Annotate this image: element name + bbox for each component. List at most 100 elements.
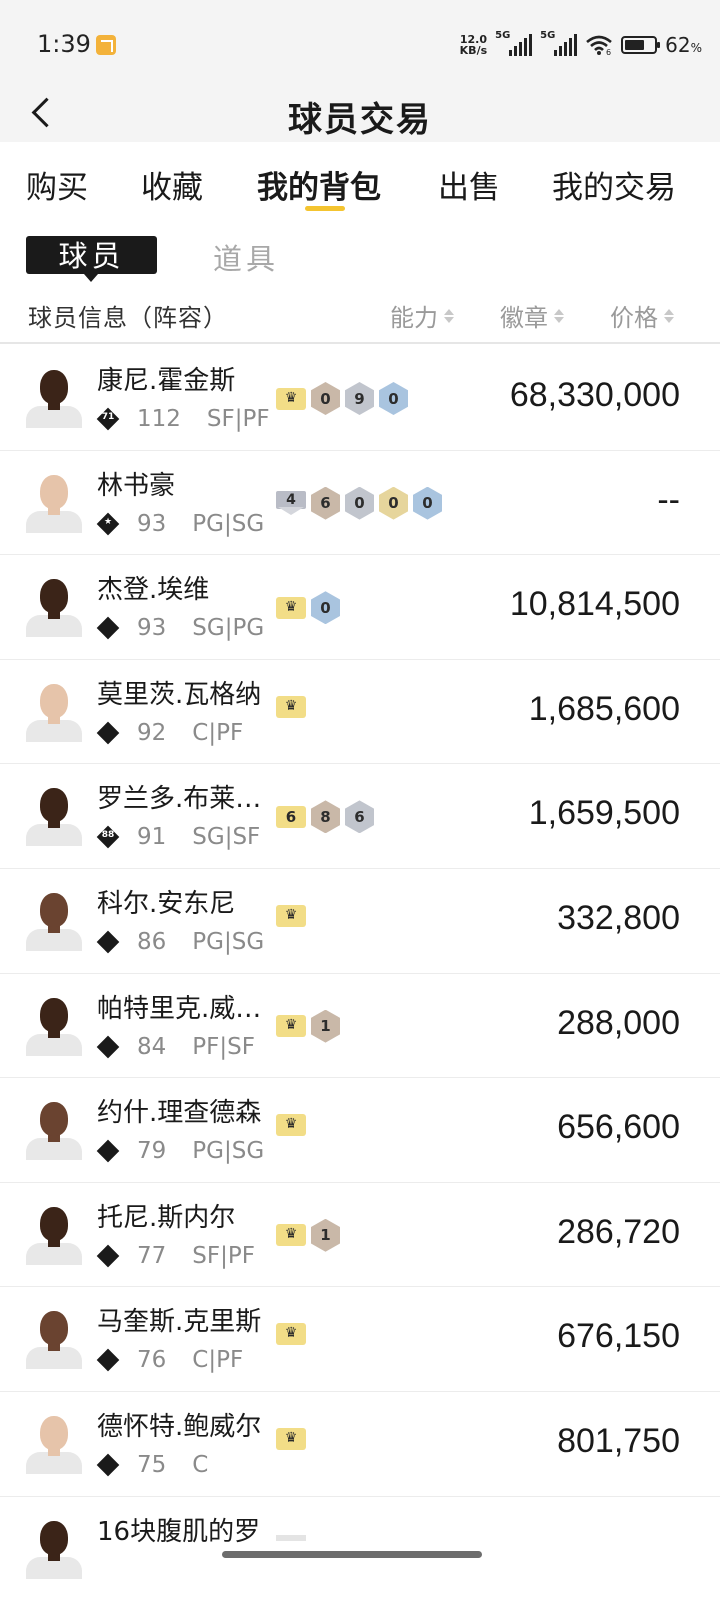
player-avatar xyxy=(26,996,82,1056)
player-overall: 84 xyxy=(137,1033,167,1060)
player-name: 约什.理查德森 xyxy=(97,1098,262,1129)
rank-diamond-icon xyxy=(96,1349,120,1372)
sort-price[interactable]: 价格 xyxy=(610,298,674,333)
player-meta: 86 PG|SG xyxy=(96,929,264,955)
blue-hex-badge-icon: 0 xyxy=(379,382,408,415)
subtab-bar: 球员 道具 xyxy=(0,230,720,286)
bronze-hex-badge-icon: 0 xyxy=(311,382,340,415)
column-player-info: 球员信息（阵容） xyxy=(28,304,228,332)
subtab-players[interactable]: 球员 xyxy=(26,236,157,282)
player-row[interactable]: 16块腹肌的罗 xyxy=(0,1497,720,1600)
sort-badge[interactable]: 徽章 xyxy=(500,298,564,333)
player-meta: 92 C|PF xyxy=(96,720,243,746)
sort-ability[interactable]: 能力 xyxy=(390,298,454,333)
player-position: SF|PF xyxy=(206,406,270,432)
player-name: 莫里茨.瓦格纳 xyxy=(97,679,262,710)
badge-group: 0 xyxy=(276,591,340,625)
tab-sell[interactable]: 出售 xyxy=(438,162,500,207)
player-meta: 71 112 SF|PF xyxy=(96,406,270,432)
player-name: 16块腹肌的罗 xyxy=(97,1516,261,1547)
home-indicator[interactable] xyxy=(222,1551,482,1558)
player-meta: 77 SF|PF xyxy=(96,1242,255,1269)
sort-arrows-icon xyxy=(664,308,674,323)
player-price: 1,685,600 xyxy=(528,689,680,728)
player-name: 康尼.霍金斯 xyxy=(97,366,236,396)
player-row[interactable]: 科尔.安东尼 86 PG|SG 332,800 xyxy=(0,869,720,974)
badge-group xyxy=(276,1114,306,1137)
player-meta: 76 C|PF xyxy=(96,1347,244,1374)
player-position: SF|PF xyxy=(192,1242,255,1269)
rank-diamond-icon xyxy=(96,1453,120,1477)
player-meta: 79 PG|SG xyxy=(96,1138,265,1165)
rank-diamond-icon xyxy=(96,1139,120,1163)
badge-placeholder xyxy=(276,1534,306,1541)
player-avatar xyxy=(26,368,82,428)
crown-badge-icon xyxy=(276,1323,306,1346)
badge-group: 686 xyxy=(276,800,374,834)
status-bar: 1:39 12.0 KB/s 5G 5G 6 62% xyxy=(0,0,720,92)
badge-group: 090 xyxy=(276,382,408,415)
player-row[interactable]: 杰登.埃维 93 SG|PG 0 10,814,500 xyxy=(0,555,720,660)
badge-group xyxy=(276,1323,306,1346)
player-meta: 88 91 SG|SF xyxy=(96,824,260,850)
tab-buy[interactable]: 购买 xyxy=(26,162,88,207)
sort-arrows-icon xyxy=(444,308,454,323)
notification-icon xyxy=(96,35,116,55)
player-row[interactable]: 莫里茨.瓦格纳 92 C|PF 1,685,600 xyxy=(0,660,720,765)
player-row[interactable]: 帕特里克.威… 84 PF|SF 1 288,000 xyxy=(0,974,720,1079)
player-overall: 93 xyxy=(137,615,167,642)
player-avatar xyxy=(26,1519,82,1579)
battery-icon xyxy=(621,36,661,54)
bronze-hex-badge-icon: 6 xyxy=(311,486,340,520)
page-title: 球员交易 xyxy=(288,100,432,140)
bronze-hex-badge-icon: 1 xyxy=(311,1009,340,1043)
player-row[interactable]: 约什.理查德森 79 PG|SG 656,600 xyxy=(0,1078,720,1183)
rank-diamond-icon xyxy=(96,616,120,640)
player-row[interactable]: 罗兰多.布莱… 88 91 SG|SF 6 8 6 1,659,500 xyxy=(0,764,720,869)
player-avatar xyxy=(26,682,82,742)
bronze-hex-badge-icon: 1 xyxy=(311,1218,340,1252)
player-price: 801,750 xyxy=(557,1421,680,1460)
column-header: 球员信息（阵容） 能力 徽章 价格 xyxy=(0,292,720,344)
player-meta: 75 C xyxy=(96,1452,208,1478)
tab-my-bag[interactable]: 我的背包 xyxy=(257,162,381,207)
player-overall: 112 xyxy=(137,406,181,432)
gold-hex-badge-icon: 0 xyxy=(379,486,408,520)
svg-text:6: 6 xyxy=(606,48,611,55)
crown-badge-icon xyxy=(276,1015,306,1038)
player-name: 马奎斯.克里斯 xyxy=(97,1307,262,1338)
player-price: -- xyxy=(657,480,680,519)
subtab-items[interactable]: 道具 xyxy=(213,236,279,278)
rank-number: ★ xyxy=(103,516,113,527)
player-position: PG|SG xyxy=(192,510,265,537)
badge-group: 1 xyxy=(276,1009,340,1043)
crown-badge-icon xyxy=(276,1224,306,1247)
player-avatar xyxy=(26,786,82,847)
player-name: 科尔.安东尼 xyxy=(97,888,236,919)
player-position: PG|SG xyxy=(192,1138,265,1165)
sort-arrows-icon xyxy=(554,308,564,323)
bronze-hex-badge-icon: 8 xyxy=(311,800,340,834)
signal-sim1-icon: 5G xyxy=(495,30,533,56)
player-price: 676,150 xyxy=(557,1317,680,1356)
player-row[interactable]: 托尼.斯内尔 77 SF|PF 1 286,720 xyxy=(0,1183,720,1288)
crown-badge-icon xyxy=(276,387,306,410)
player-name: 帕特里克.威… xyxy=(97,993,262,1024)
tab-favorites[interactable]: 收藏 xyxy=(141,162,203,207)
player-row[interactable]: 林书豪 ★ 93 PG|SG 4 6 0 0 0 -- xyxy=(0,451,720,556)
crown-badge-icon xyxy=(276,1114,306,1137)
player-avatar xyxy=(26,1100,82,1161)
player-row[interactable]: 康尼.霍金斯71112SF|PF09068,330,000 xyxy=(0,346,720,451)
player-meta: ★ 93 PG|SG xyxy=(96,510,265,537)
player-price: 332,800 xyxy=(557,898,680,937)
status-time: 1:39 xyxy=(37,30,91,58)
player-row[interactable]: 马奎斯.克里斯 76 C|PF 676,150 xyxy=(0,1287,720,1392)
player-price: 10,814,500 xyxy=(509,585,680,624)
signal-sim2-icon: 5G xyxy=(540,30,578,56)
player-row[interactable]: 德怀特.鲍威尔 75 C 801,750 xyxy=(0,1392,720,1497)
player-position: C|PF xyxy=(192,1347,244,1374)
tab-my-trades[interactable]: 我的交易 xyxy=(552,162,676,207)
silver-hex-badge-icon: 6 xyxy=(345,800,374,834)
crown-badge-icon xyxy=(276,695,306,718)
player-avatar xyxy=(26,577,82,638)
